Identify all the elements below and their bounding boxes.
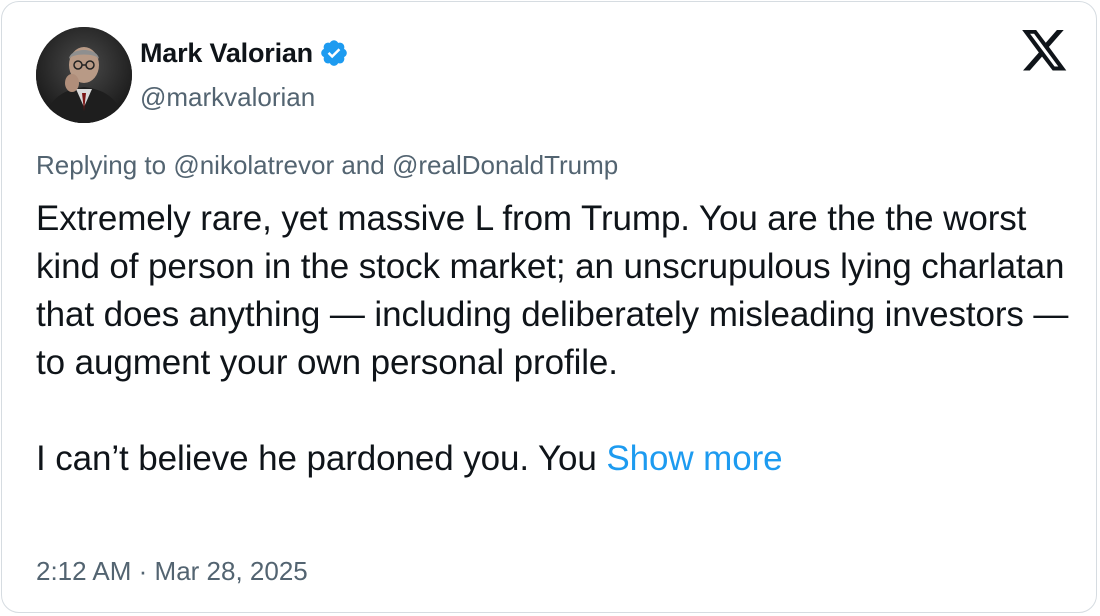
reply-conjunction: and (341, 150, 385, 180)
author-handle[interactable]: @markvalorian (140, 82, 315, 113)
reply-mention-link[interactable]: @realDonaldTrump (392, 150, 618, 180)
x-logo-icon[interactable] (1022, 30, 1068, 74)
meta-separator: · (138, 556, 148, 586)
avatar[interactable] (36, 27, 132, 123)
tweet-card: Mark Valorian @markvalorian Replying to … (1, 1, 1097, 613)
author-name-row[interactable]: Mark Valorian (140, 35, 349, 71)
tweet-body: Extremely rare, yet massive L from Trump… (36, 195, 1076, 483)
tweet-timestamp[interactable]: 2:12 AM · Mar 28, 2025 (36, 556, 308, 587)
tweet-paragraph: Extremely rare, yet massive L from Trump… (36, 199, 1069, 382)
reply-mention-link[interactable]: @nikolatrevor (173, 150, 334, 180)
verified-badge-icon (319, 38, 349, 68)
tweet-date: Mar 28, 2025 (154, 556, 308, 586)
reply-prefix: Replying to (36, 150, 167, 180)
reply-context: Replying to @nikolatrevor and @realDonal… (36, 150, 618, 181)
author-display-name[interactable]: Mark Valorian (140, 38, 313, 69)
tweet-paragraph-text: I can’t believe he pardoned you. You (36, 439, 597, 478)
tweet-paragraph-last: I can’t believe he pardoned you. You Sho… (36, 435, 1076, 483)
show-more-link[interactable]: Show more (606, 439, 782, 478)
tweet-time: 2:12 AM (36, 556, 132, 586)
